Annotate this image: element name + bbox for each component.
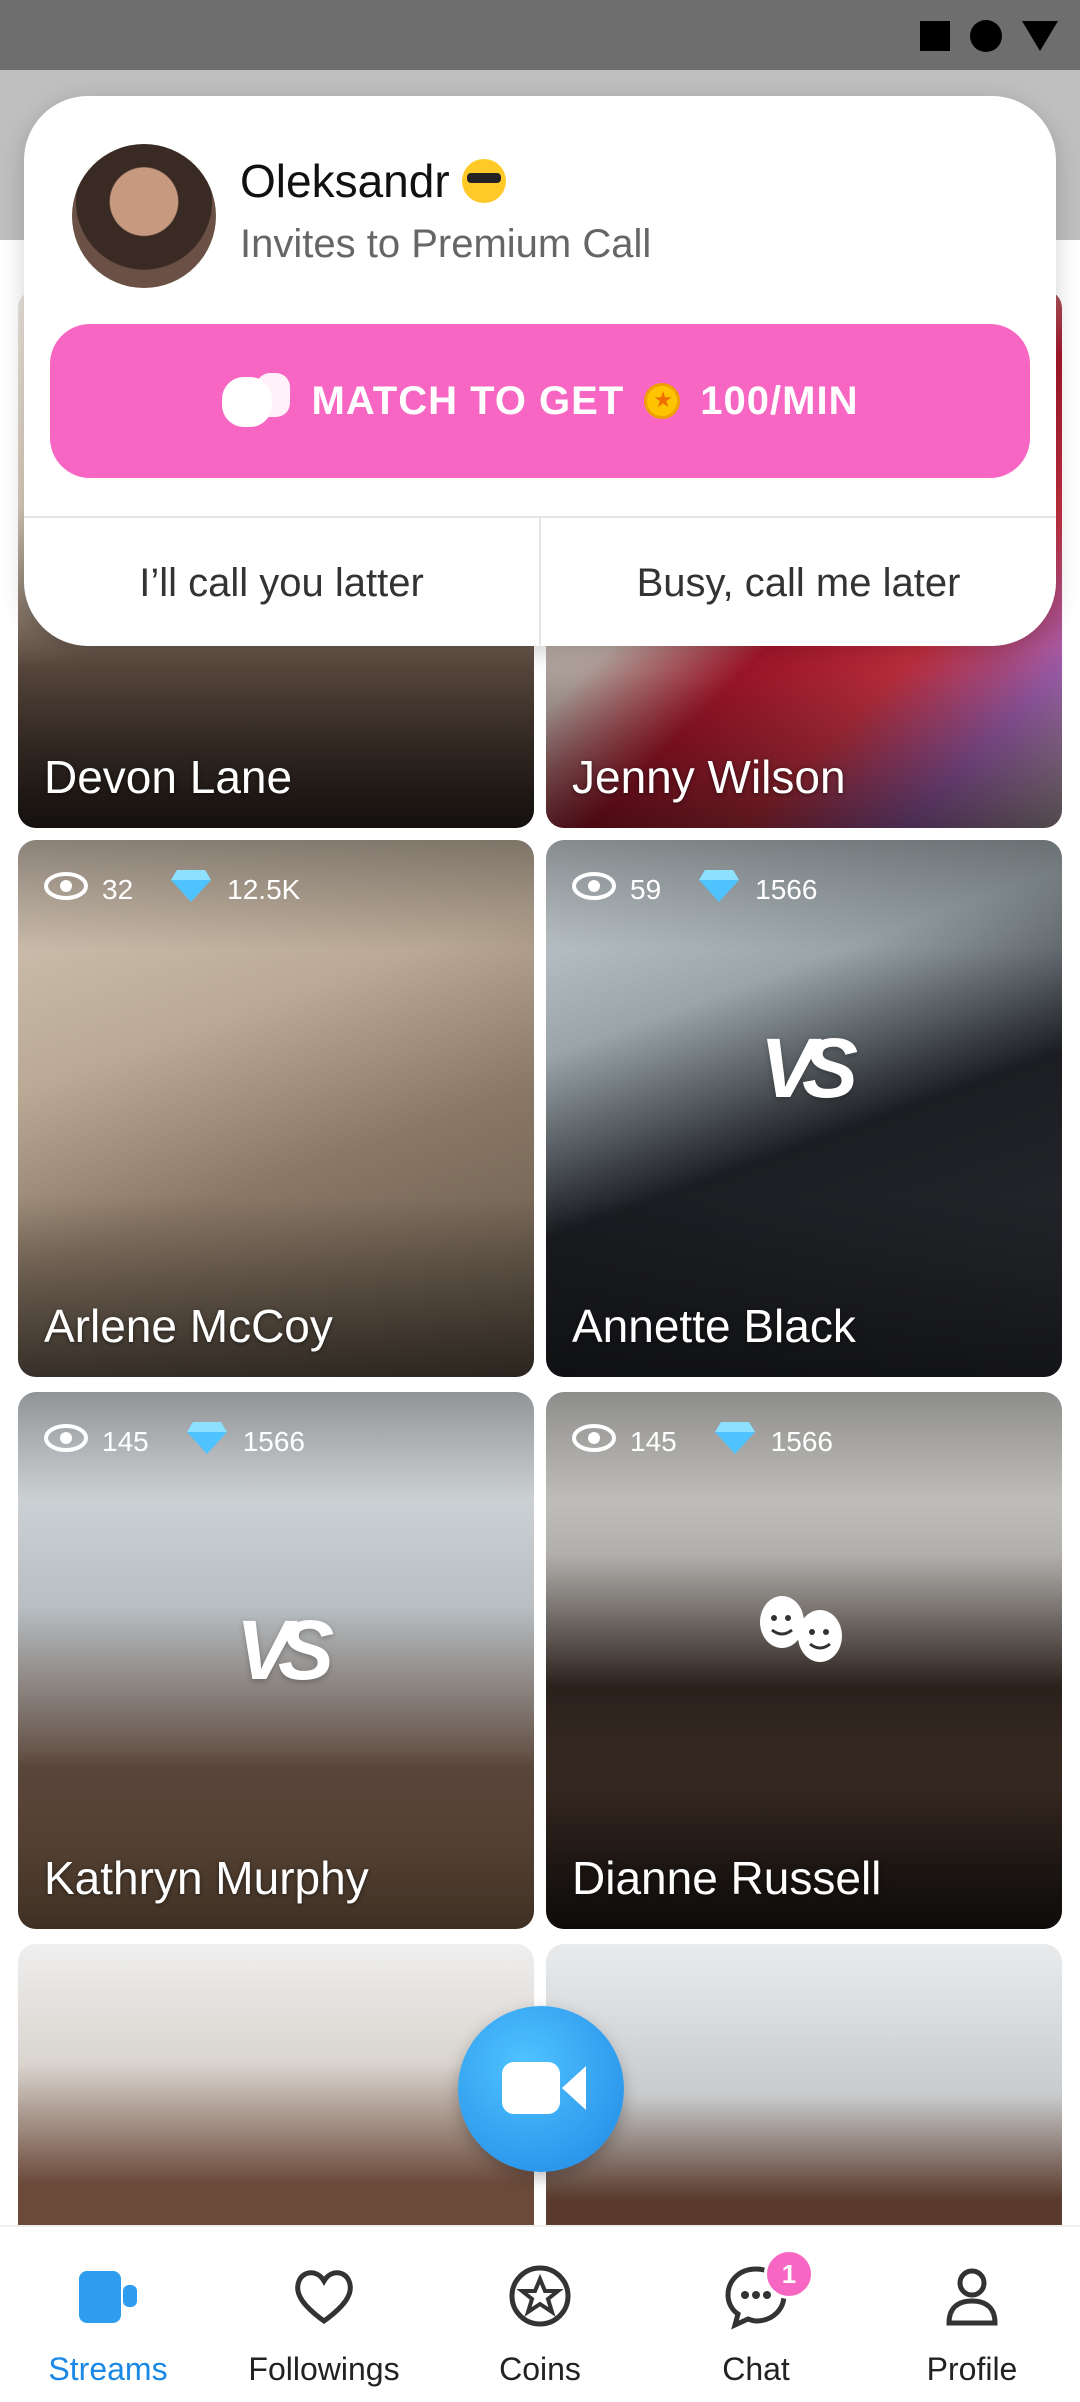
- coin-star-icon: [505, 2261, 575, 2331]
- diamond-icon: [713, 1420, 757, 1463]
- nav-chat[interactable]: 1 Chat: [648, 2227, 864, 2402]
- stream-name: Kathryn Murphy: [44, 1852, 369, 1904]
- viewer-count: 145: [630, 1425, 677, 1457]
- bottom-navigation: Streams Followings Coins 1 Chat Profile: [0, 2225, 1080, 2402]
- match-button-label: MATCH TO GET: [311, 378, 625, 423]
- nav-profile[interactable]: Profile: [864, 2227, 1080, 2402]
- viewer-count: 32: [102, 873, 134, 905]
- video-camera-icon: [502, 2062, 560, 2114]
- status-bar: [0, 0, 1080, 70]
- stream-name: Dianne Russell: [572, 1852, 882, 1904]
- chat-unread-badge: 1: [764, 2249, 814, 2299]
- recent-apps-icon[interactable]: [920, 21, 950, 51]
- stream-card[interactable]: 145 1566 Dianne Russell: [546, 1392, 1062, 1929]
- viewer-count: 59: [630, 873, 662, 905]
- stream-stats: 59 1566: [572, 868, 817, 911]
- stream-stats: 32 12.5K: [44, 868, 300, 911]
- streams-icon: [73, 2261, 143, 2331]
- nav-label: Profile: [926, 2351, 1018, 2387]
- stream-name: Jenny Wilson: [572, 751, 846, 803]
- diamond-icon: [697, 868, 741, 911]
- premium-call-invite-dialog: Oleksandr Invites to Premium Call MATCH …: [24, 96, 1056, 646]
- stream-name: Devon Lane: [44, 751, 293, 803]
- match-button-rate: 100/MIN: [700, 378, 859, 423]
- profile-icon: [937, 2261, 1007, 2331]
- nav-streams[interactable]: Streams: [0, 2227, 216, 2402]
- viewer-count: 145: [102, 1425, 149, 1457]
- sunglasses-emoji-icon: [461, 158, 506, 203]
- start-video-button[interactable]: [458, 2006, 624, 2172]
- stream-stats: 145 1566: [44, 1420, 305, 1463]
- nav-label: Chat: [722, 2351, 790, 2387]
- busy-button[interactable]: Busy, call me later: [539, 518, 1056, 646]
- nav-label: Followings: [248, 2351, 400, 2387]
- stream-card[interactable]: 145 1566 VS Kathryn Murphy: [18, 1392, 534, 1929]
- home-icon[interactable]: [970, 20, 1002, 52]
- eye-icon: [44, 872, 88, 907]
- gem-count: 1566: [242, 1425, 306, 1457]
- diamond-icon: [169, 868, 213, 911]
- stream-stats: 145 1566: [572, 1420, 833, 1463]
- stream-card[interactable]: 32 12.5K Arlene McCoy: [18, 840, 534, 1377]
- back-icon[interactable]: [1022, 21, 1058, 51]
- nav-label: Coins: [499, 2351, 581, 2387]
- invite-subtitle: Invites to Premium Call: [240, 222, 652, 266]
- video-match-icon: [221, 371, 292, 431]
- nav-label: Streams: [48, 2351, 168, 2387]
- caller-name: Oleksandr: [240, 154, 506, 208]
- stream-card[interactable]: [18, 1944, 534, 2225]
- coin-icon: [644, 383, 681, 419]
- caller-avatar: [72, 144, 216, 288]
- nav-coins[interactable]: Coins: [432, 2227, 648, 2402]
- vs-badge: VS: [236, 1603, 334, 1697]
- eye-icon: [44, 1424, 88, 1459]
- match-button[interactable]: MATCH TO GET 100/MIN: [50, 324, 1030, 478]
- stream-name: Annette Black: [572, 1300, 856, 1352]
- vs-badge: VS: [760, 1021, 858, 1115]
- diamond-icon: [185, 1420, 229, 1463]
- eye-icon: [572, 872, 616, 907]
- eye-icon: [572, 1424, 616, 1459]
- stream-card[interactable]: 59 1566 VS Annette Black: [546, 840, 1062, 1377]
- stream-name: Arlene McCoy: [44, 1300, 333, 1352]
- gem-count: 12.5K: [227, 873, 301, 905]
- nav-followings[interactable]: Followings: [216, 2227, 432, 2402]
- heart-icon: [289, 2261, 359, 2331]
- theater-masks-icon: [752, 1592, 852, 1687]
- call-later-button[interactable]: I’ll call you latter: [24, 518, 539, 646]
- gem-count: 1566: [770, 1425, 834, 1457]
- gem-count: 1566: [755, 873, 818, 905]
